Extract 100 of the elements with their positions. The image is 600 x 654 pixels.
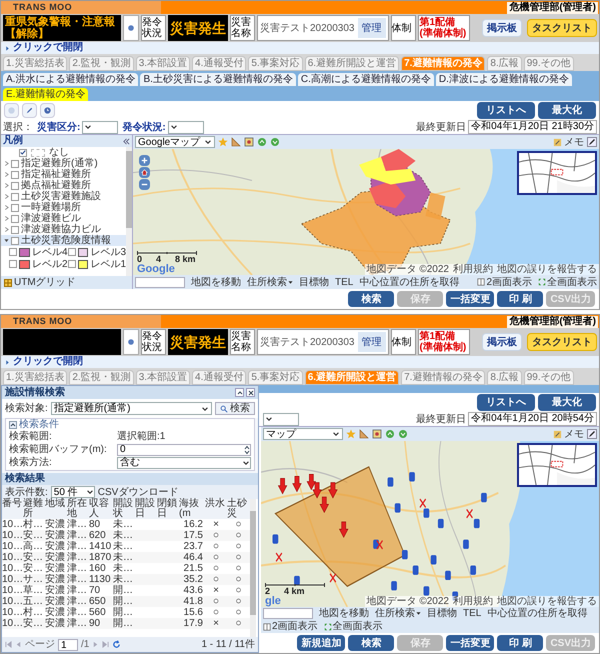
column-header[interactable]: 地域	[45, 499, 67, 519]
collapse-button[interactable]	[235, 388, 244, 397]
column-header[interactable]: 避難所	[23, 499, 45, 519]
map-drawing[interactable]	[133, 149, 599, 275]
tab[interactable]: 5.事案対応	[248, 56, 303, 71]
legend-item[interactable]: 津波避難ビル	[21, 213, 81, 224]
action-button[interactable]: 新規追加	[297, 635, 346, 651]
caret-icon[interactable]	[242, 458, 250, 466]
up-icon[interactable]	[257, 137, 267, 147]
map-pin-icon[interactable]	[372, 429, 382, 439]
collapse-icon[interactable]	[9, 420, 17, 428]
map-menu[interactable]: 住所検索	[375, 607, 421, 620]
refresh-icon[interactable]	[112, 640, 122, 649]
zoom-out-button[interactable]	[139, 179, 150, 190]
legend-item[interactable]: 指定福祉避難所	[21, 169, 91, 180]
map-type-dropdown[interactable]: Googleマップ	[135, 136, 215, 148]
legend-item[interactable]: なし	[49, 147, 69, 158]
checkbox[interactable]	[19, 148, 27, 156]
zoom-in-button[interactable]	[139, 155, 150, 166]
map-link[interactable]: 目標物	[427, 607, 457, 620]
address-input[interactable]	[135, 276, 185, 288]
sub-tab[interactable]: B.土砂災害による避難情報の発令	[140, 73, 296, 86]
star-icon[interactable]	[218, 137, 228, 147]
checkbox[interactable]	[11, 226, 19, 234]
map-type-dropdown[interactable]: マップ	[263, 428, 343, 440]
map-link[interactable]: 中心位置の住所を取得	[487, 607, 588, 620]
caret-icon[interactable]	[204, 138, 212, 146]
column-header[interactable]: 開設日	[135, 499, 157, 519]
caret-icon[interactable]	[265, 415, 273, 423]
tab[interactable]: 7.避難情報の発令	[401, 370, 486, 385]
edit-icon[interactable]	[587, 137, 597, 147]
map-link[interactable]: 中心位置の住所を取得	[359, 276, 460, 288]
checkbox[interactable]	[11, 214, 19, 222]
checkbox[interactable]	[68, 260, 76, 268]
tab[interactable]: 99.その他	[524, 370, 574, 385]
ruler-icon[interactable]	[231, 137, 241, 147]
action-button[interactable]: 検索	[348, 635, 394, 651]
caret-icon[interactable]	[201, 404, 209, 412]
ruler-icon[interactable]	[359, 429, 369, 439]
list-button[interactable]: リストへ	[477, 394, 535, 411]
bulletin-board-button[interactable]: 掲示板	[482, 19, 522, 37]
checkbox[interactable]	[11, 236, 19, 244]
legend-item[interactable]: 拠点福祉避難所	[21, 180, 91, 191]
caret-icon[interactable]	[170, 123, 178, 131]
star-icon[interactable]	[346, 429, 356, 439]
map-link[interactable]: 地図を移動	[191, 276, 241, 288]
maximize-button[interactable]: 最大化	[538, 102, 596, 119]
page-size-dropdown[interactable]: 50 件	[50, 486, 95, 498]
status-button[interactable]	[123, 329, 139, 355]
map-link[interactable]: 地図を移動	[319, 607, 369, 620]
action-button[interactable]: 一括変更	[446, 291, 494, 307]
column-header[interactable]: 収容人	[89, 499, 113, 519]
tab[interactable]: 6.避難所開設と運営	[304, 56, 400, 71]
tab[interactable]: 99.その他	[524, 56, 574, 71]
task-list-button[interactable]: タスクリスト	[527, 333, 597, 351]
column-header[interactable]: 洪水	[205, 499, 227, 519]
map-link[interactable]: 目標物	[299, 276, 329, 288]
close-button[interactable]	[246, 388, 255, 397]
sub-tab[interactable]: D.津波による避難情報の発令	[436, 73, 572, 86]
tab[interactable]: 8.広報	[487, 370, 522, 385]
map-link[interactable]: TEL	[335, 276, 354, 288]
last-page-icon[interactable]	[102, 641, 110, 648]
maximize-button[interactable]: 最大化	[538, 394, 596, 411]
collapse-arrow-icon[interactable]	[4, 238, 9, 243]
method-dropdown[interactable]: 含む	[117, 456, 251, 468]
map-link[interactable]: 地図の誤りを報告する	[497, 596, 597, 607]
tab[interactable]: 1.災害総括表	[3, 370, 68, 385]
manage-button[interactable]: 管理	[358, 18, 386, 38]
legend-item[interactable]: 土砂災害避難施設	[21, 191, 101, 202]
split-view-button[interactable]: 2画面表示	[263, 620, 318, 633]
checkbox[interactable]	[11, 170, 19, 178]
checkbox[interactable]	[11, 204, 19, 212]
caret-icon[interactable]	[86, 488, 94, 496]
map-link[interactable]: 利用規約	[453, 264, 493, 275]
search-button[interactable]: 検索	[215, 402, 255, 415]
first-page-icon[interactable]	[5, 641, 12, 648]
scrollbar[interactable]	[126, 151, 132, 228]
down-icon[interactable]	[398, 429, 408, 439]
toggle-link[interactable]: クリックで開閉	[13, 42, 83, 54]
caret-icon[interactable]	[84, 123, 92, 131]
action-button[interactable]: 一括変更	[446, 635, 494, 651]
tab[interactable]: 2.監視・観測	[69, 370, 134, 385]
spinner-icon[interactable]	[244, 444, 250, 454]
scrollbar[interactable]	[250, 511, 256, 614]
address-input[interactable]	[263, 608, 313, 619]
checkbox[interactable]	[11, 160, 19, 168]
clock-button[interactable]	[40, 103, 55, 118]
task-list-button[interactable]: タスクリスト	[527, 19, 597, 37]
map-link[interactable]: 地図の誤りを報告する	[497, 264, 597, 275]
legend-item[interactable]: 一時避難場所	[21, 202, 81, 213]
legend-item[interactable]: 津波避難協力ビル	[21, 224, 101, 235]
next-page-icon[interactable]	[92, 641, 100, 648]
tab[interactable]: 4.通報受付	[192, 56, 246, 71]
list-button[interactable]: リストへ	[477, 102, 535, 119]
full-view-button[interactable]: 全画面表示	[324, 620, 383, 633]
map-pin-icon[interactable]	[244, 137, 254, 147]
home-button[interactable]	[139, 167, 150, 178]
down-icon[interactable]	[270, 137, 280, 147]
legend-item[interactable]: 指定避難所(通常)	[21, 158, 98, 169]
status-button[interactable]	[123, 15, 139, 41]
